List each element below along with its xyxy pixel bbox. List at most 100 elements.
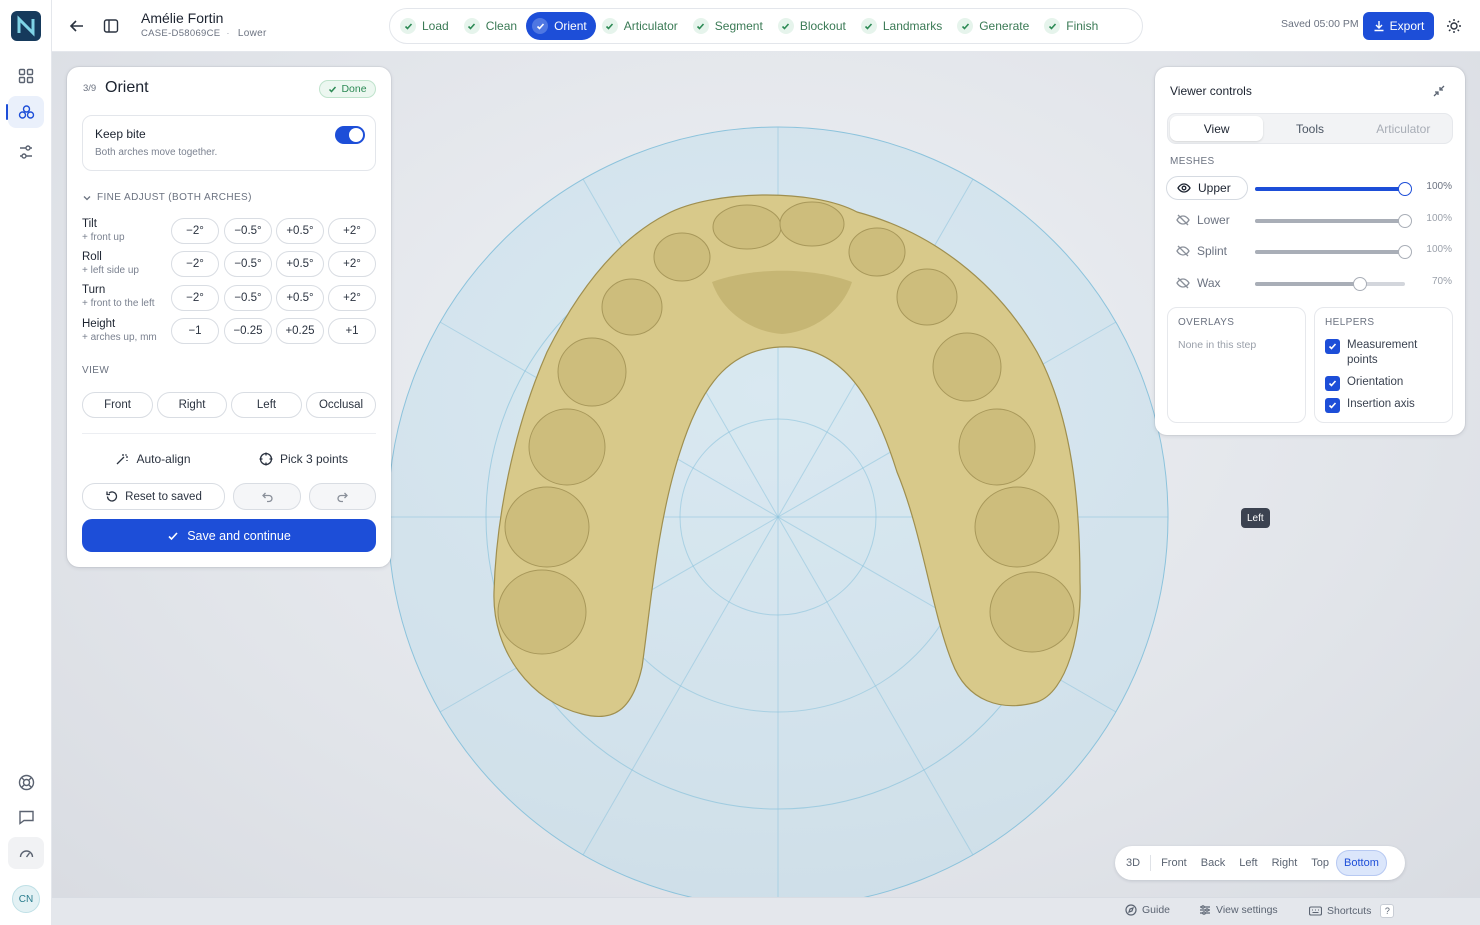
- step-segment[interactable]: Segment: [687, 12, 772, 40]
- helper-insertion-axis[interactable]: Insertion axis: [1325, 397, 1415, 413]
- meshes-heading: MESHES: [1170, 156, 1215, 167]
- mesh-wax-toggle[interactable]: Wax: [1166, 271, 1248, 295]
- view-settings-button[interactable]: View settings: [1199, 904, 1278, 916]
- undo-button[interactable]: [233, 483, 301, 510]
- roll-plus-half-button[interactable]: +0.5°: [276, 251, 324, 277]
- avatar[interactable]: CN: [12, 885, 40, 913]
- checkbox-checked-icon[interactable]: [1325, 339, 1340, 354]
- camera-left-button[interactable]: Left: [1232, 850, 1264, 876]
- height-plus-quarter-button[interactable]: +0.25: [276, 318, 324, 344]
- turn-minus-half-button[interactable]: −0.5°: [224, 285, 272, 311]
- tilt-minus-half-button[interactable]: −0.5°: [224, 218, 272, 244]
- gauge-icon[interactable]: [8, 837, 44, 869]
- camera-front-button[interactable]: Front: [1154, 850, 1194, 876]
- help-icon[interactable]: [8, 766, 44, 798]
- view-occlusal-button[interactable]: Occlusal: [306, 392, 376, 418]
- turn-minus-2-button[interactable]: −2°: [171, 285, 219, 311]
- status-bar: Guide View settings Shortcuts ?: [52, 897, 1480, 925]
- check-icon: [860, 18, 877, 34]
- view-left-button[interactable]: Left: [231, 392, 302, 418]
- pick-points-label: Pick 3 points: [279, 452, 349, 466]
- roll-minus-half-button[interactable]: −0.5°: [224, 251, 272, 277]
- tab-view[interactable]: View: [1170, 116, 1264, 141]
- teeth-icon[interactable]: [6, 96, 44, 128]
- guide-button[interactable]: Guide: [1125, 904, 1170, 916]
- camera-right-button[interactable]: Right: [1265, 850, 1305, 876]
- chat-icon[interactable]: [8, 801, 44, 833]
- turn-plus-half-button[interactable]: +0.5°: [276, 285, 324, 311]
- tilt-minus-2-button[interactable]: −2°: [171, 218, 219, 244]
- mesh-lower-toggle[interactable]: Lower: [1166, 208, 1248, 232]
- slider-thumb[interactable]: [1398, 214, 1412, 228]
- pick-points-button[interactable]: Pick 3 points: [231, 446, 376, 472]
- step-clean[interactable]: Clean: [458, 12, 526, 40]
- slider-thumb[interactable]: [1398, 245, 1412, 259]
- step-orient[interactable]: Orient: [526, 12, 596, 40]
- collapse-icon[interactable]: [1427, 79, 1451, 103]
- workflow-stepper: Load Clean Orient Articulator Segment Bl…: [389, 8, 1143, 44]
- viewer-controls-title: Viewer controls: [1170, 84, 1252, 98]
- check-icon: [957, 18, 974, 34]
- camera-top-button[interactable]: Top: [1304, 850, 1336, 876]
- step-generate[interactable]: Generate: [951, 12, 1038, 40]
- mesh-upper-toggle[interactable]: Upper: [1166, 176, 1248, 200]
- theme-toggle-icon[interactable]: [1440, 12, 1468, 40]
- sidebar-toggle-icon[interactable]: [97, 12, 125, 40]
- helper-label: Measurement points: [1347, 339, 1418, 366]
- height-minus-quarter-button[interactable]: −0.25: [224, 318, 272, 344]
- mesh-splint-opacity-slider[interactable]: [1255, 245, 1412, 259]
- height-minus-1-button[interactable]: −1: [171, 318, 219, 344]
- view-front-button[interactable]: Front: [82, 392, 153, 418]
- adjust-label: Turn: [82, 284, 106, 296]
- tab-articulator[interactable]: Articulator: [1357, 116, 1450, 141]
- fine-adjust-heading[interactable]: FINE ADJUST (BOTH ARCHES): [82, 192, 252, 203]
- divider: [1150, 855, 1152, 871]
- tilt-plus-half-button[interactable]: +0.5°: [276, 218, 324, 244]
- camera-3d-button[interactable]: 3D: [1119, 850, 1147, 876]
- grid-icon[interactable]: [8, 60, 44, 92]
- auto-align-button[interactable]: Auto-align: [82, 446, 224, 472]
- height-plus-1-button[interactable]: +1: [328, 318, 376, 344]
- mesh-wax-opacity-slider[interactable]: [1255, 277, 1405, 291]
- adjust-label: Height: [82, 318, 116, 330]
- view-right-button[interactable]: Right: [157, 392, 227, 418]
- slider-thumb[interactable]: [1398, 182, 1412, 196]
- step-load[interactable]: Load: [394, 12, 458, 40]
- reset-to-saved-button[interactable]: Reset to saved: [82, 483, 225, 510]
- adjust-hint: + front to the left: [82, 298, 155, 309]
- step-articulator[interactable]: Articulator: [596, 12, 687, 40]
- checkbox-checked-icon[interactable]: [1325, 376, 1340, 391]
- step-landmarks[interactable]: Landmarks: [855, 12, 951, 40]
- export-button[interactable]: Export: [1363, 12, 1434, 40]
- app-logo[interactable]: [11, 11, 41, 41]
- redo-button[interactable]: [309, 483, 376, 510]
- mesh-lower-opacity-slider[interactable]: [1255, 214, 1412, 228]
- checkbox-checked-icon[interactable]: [1325, 398, 1340, 413]
- back-arrow-icon[interactable]: [63, 12, 91, 40]
- shortcuts-button[interactable]: Shortcuts ?: [1309, 904, 1395, 918]
- slider-thumb[interactable]: [1353, 277, 1367, 291]
- tab-tools[interactable]: Tools: [1263, 116, 1356, 141]
- save-and-continue-button[interactable]: Save and continue: [82, 519, 376, 552]
- tilt-plus-2-button[interactable]: +2°: [328, 218, 376, 244]
- helper-orientation[interactable]: Orientation: [1325, 375, 1403, 391]
- camera-back-button[interactable]: Back: [1194, 850, 1232, 876]
- overlays-note: None in this step: [1178, 339, 1257, 351]
- roll-plus-2-button[interactable]: +2°: [328, 251, 376, 277]
- keep-bite-toggle[interactable]: [335, 126, 365, 144]
- viewer-tabs: View Tools Articulator: [1167, 113, 1453, 144]
- helper-measurement-points[interactable]: Measurement points: [1325, 338, 1445, 368]
- step-label: Clean: [485, 19, 518, 33]
- orient-panel: 3/9 Orient Done Keep bite Both arches mo…: [67, 67, 391, 567]
- camera-bottom-button[interactable]: Bottom: [1336, 850, 1387, 876]
- reset-label: Reset to saved: [125, 490, 202, 503]
- turn-plus-2-button[interactable]: +2°: [328, 285, 376, 311]
- mesh-splint-toggle[interactable]: Splint: [1166, 239, 1248, 263]
- mesh-upper-opacity-slider[interactable]: [1255, 182, 1412, 196]
- step-finish[interactable]: Finish: [1038, 12, 1107, 40]
- step-blockout[interactable]: Blockout: [772, 12, 855, 40]
- reset-icon: [106, 491, 118, 502]
- mesh-opacity-value: 100%: [1426, 213, 1452, 224]
- roll-minus-2-button[interactable]: −2°: [171, 251, 219, 277]
- sliders-icon[interactable]: [8, 136, 44, 168]
